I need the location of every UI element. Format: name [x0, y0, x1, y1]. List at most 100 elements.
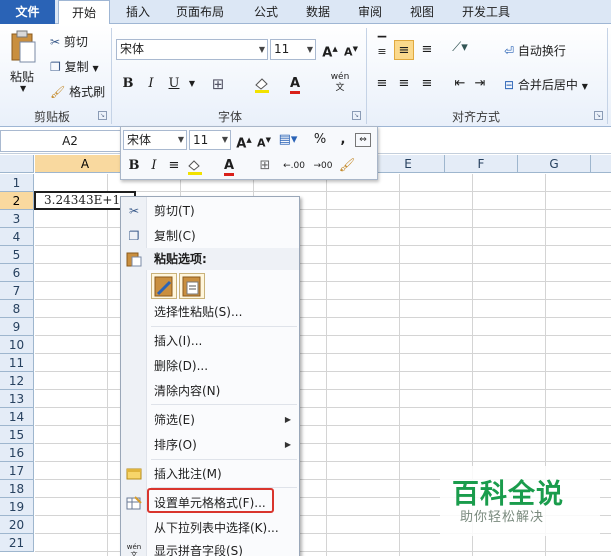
fill-color-icon[interactable]	[252, 74, 272, 94]
tab-file[interactable]: 文件	[0, 0, 55, 24]
menu-item-paste-special[interactable]: 选择性粘贴(S)...	[121, 301, 299, 323]
row-header[interactable]: 2	[0, 192, 34, 210]
paste-option-default-icon[interactable]	[151, 273, 177, 299]
mini-fill-color-icon[interactable]	[185, 156, 205, 176]
font-size-combo[interactable]: 11 ▼	[270, 39, 316, 60]
mini-font-size-combo[interactable]: 11 ▼	[189, 130, 231, 150]
menu-item-delete[interactable]: 删除(D)...	[121, 355, 299, 377]
row-header[interactable]: 21	[0, 534, 34, 552]
mini-merge-icon[interactable]: ⇔	[355, 133, 371, 147]
merge-center-button[interactable]: ⊟ 合并后居中 ▼	[504, 76, 588, 93]
orientation-icon[interactable]: ⟋▾	[450, 38, 470, 58]
paste-dropdown-icon[interactable]: ▼	[20, 84, 26, 93]
mini-center-icon[interactable]: ≡	[164, 156, 184, 176]
mini-decrease-decimal-button[interactable]: →00	[310, 156, 336, 176]
row-header[interactable]: 15	[0, 426, 34, 444]
align-middle-icon[interactable]: ≡	[394, 40, 414, 60]
row-header[interactable]: 12	[0, 372, 34, 390]
row-header[interactable]: 16	[0, 444, 34, 462]
row-header[interactable]: 3	[0, 210, 34, 228]
column-header-f[interactable]: F	[445, 155, 518, 173]
align-left-icon[interactable]: ≡	[372, 74, 392, 94]
grow-font-icon[interactable]: A▲	[320, 39, 340, 60]
decrease-indent-icon[interactable]: ⇤	[450, 74, 470, 94]
clipboard-launcher-icon[interactable]: ↘	[98, 111, 107, 120]
row-header[interactable]: 18	[0, 480, 34, 498]
menu-item-phonetic[interactable]: wén 文 显示拼音字段(S)	[121, 540, 299, 556]
row-header[interactable]: 14	[0, 408, 34, 426]
menu-item-insert[interactable]: 插入(I)...	[121, 330, 299, 352]
align-bottom-icon[interactable]: ≡	[417, 40, 437, 60]
row-header[interactable]: 11	[0, 354, 34, 372]
tab-view[interactable]: 视图	[402, 0, 442, 24]
tab-review[interactable]: 审阅	[350, 0, 390, 24]
paste-icon[interactable]	[9, 30, 37, 64]
paste-option-values-icon[interactable]	[179, 273, 205, 299]
mini-font-color-icon[interactable]: A	[219, 156, 239, 176]
align-top-icon[interactable]: ▔ ≡	[372, 37, 392, 58]
increase-indent-icon[interactable]: ⇥	[470, 74, 490, 94]
menu-item-cut[interactable]: ✂ 剪切(T)	[121, 200, 299, 222]
row-header[interactable]: 8	[0, 300, 34, 318]
tab-formulas[interactable]: 公式	[246, 0, 286, 24]
mini-comma-button[interactable]: ,	[333, 130, 353, 150]
menu-item-pick-from-list[interactable]: 从下拉列表中选择(K)...	[121, 517, 299, 539]
column-header-e[interactable]: E	[372, 155, 445, 173]
mini-font-name-combo[interactable]: 宋体 ▼	[123, 130, 187, 150]
mini-border-icon[interactable]: ⊞	[255, 156, 275, 176]
phonetic-guide-icon[interactable]: wén 文	[330, 72, 350, 93]
wrap-text-button[interactable]: ⏎ 自动换行	[504, 42, 566, 59]
mini-format-painter-icon[interactable]: 🖌	[337, 156, 357, 176]
font-color-icon[interactable]: A	[285, 74, 305, 94]
tab-data[interactable]: 数据	[298, 0, 338, 24]
mini-shrink-font-icon[interactable]: A▼	[254, 130, 274, 150]
menu-item-clear-contents[interactable]: 清除内容(N)	[121, 380, 299, 402]
menu-item-insert-comment[interactable]: 插入批注(M)	[121, 463, 299, 485]
shrink-font-icon[interactable]: A▼	[341, 39, 361, 59]
menu-item-filter[interactable]: 筛选(E) ▶	[121, 409, 299, 431]
row-header[interactable]: 6	[0, 264, 34, 282]
row-header[interactable]: 10	[0, 336, 34, 354]
row-header[interactable]: 9	[0, 318, 34, 336]
copy-button[interactable]: ❐ 复制 ▼	[50, 58, 99, 75]
row-header[interactable]: 7	[0, 282, 34, 300]
select-all-corner[interactable]	[0, 155, 34, 173]
cut-button[interactable]: ✂ 剪切	[50, 33, 88, 50]
alignment-launcher-icon[interactable]: ↘	[594, 111, 603, 120]
font-launcher-icon[interactable]: ↘	[352, 111, 361, 120]
underline-dropdown-icon[interactable]: ▼	[182, 74, 202, 94]
underline-button[interactable]: U	[164, 74, 184, 94]
align-center-icon[interactable]: ≡	[394, 74, 414, 94]
row-header[interactable]: 17	[0, 462, 34, 480]
tab-developer[interactable]: 开发工具	[454, 0, 518, 24]
group-divider	[111, 28, 112, 124]
name-box[interactable]: A2	[0, 130, 140, 152]
tab-page-layout[interactable]: 页面布局	[168, 0, 232, 24]
border-icon[interactable]: ⊞	[208, 74, 228, 94]
tab-home[interactable]: 开始	[58, 0, 110, 25]
row-header[interactable]: 5	[0, 246, 34, 264]
font-name-combo[interactable]: 宋体 ▼	[116, 39, 268, 60]
row-header[interactable]: 19	[0, 498, 34, 516]
row-header[interactable]: 4	[0, 228, 34, 246]
align-right-icon[interactable]: ≡	[417, 74, 437, 94]
mini-italic-button[interactable]: I	[144, 156, 164, 176]
column-header-g[interactable]: G	[518, 155, 591, 173]
row-header[interactable]: 20	[0, 516, 34, 534]
watermark: 百科全说 助你轻松解决	[440, 466, 600, 536]
font-size-value: 11	[274, 42, 290, 56]
paste-button[interactable]: 粘贴	[10, 68, 34, 85]
menu-item-copy[interactable]: ❐ 复制(C)	[121, 225, 299, 247]
bold-button[interactable]: B	[118, 74, 138, 94]
mini-bold-button[interactable]: B	[124, 156, 144, 176]
menu-item-sort[interactable]: 排序(O) ▶	[121, 434, 299, 456]
tab-insert[interactable]: 插入	[118, 0, 158, 24]
italic-button[interactable]: I	[141, 74, 161, 94]
row-header[interactable]: 13	[0, 390, 34, 408]
mini-increase-decimal-button[interactable]: ←.00	[281, 156, 307, 176]
mini-grow-font-icon[interactable]: A▲	[234, 130, 254, 151]
format-painter-button[interactable]: 🖌 格式刷	[50, 83, 105, 100]
mini-accounting-format-icon[interactable]: ▤▾	[278, 130, 298, 150]
row-header[interactable]: 1	[0, 174, 34, 192]
mini-percent-button[interactable]: %	[310, 130, 330, 150]
